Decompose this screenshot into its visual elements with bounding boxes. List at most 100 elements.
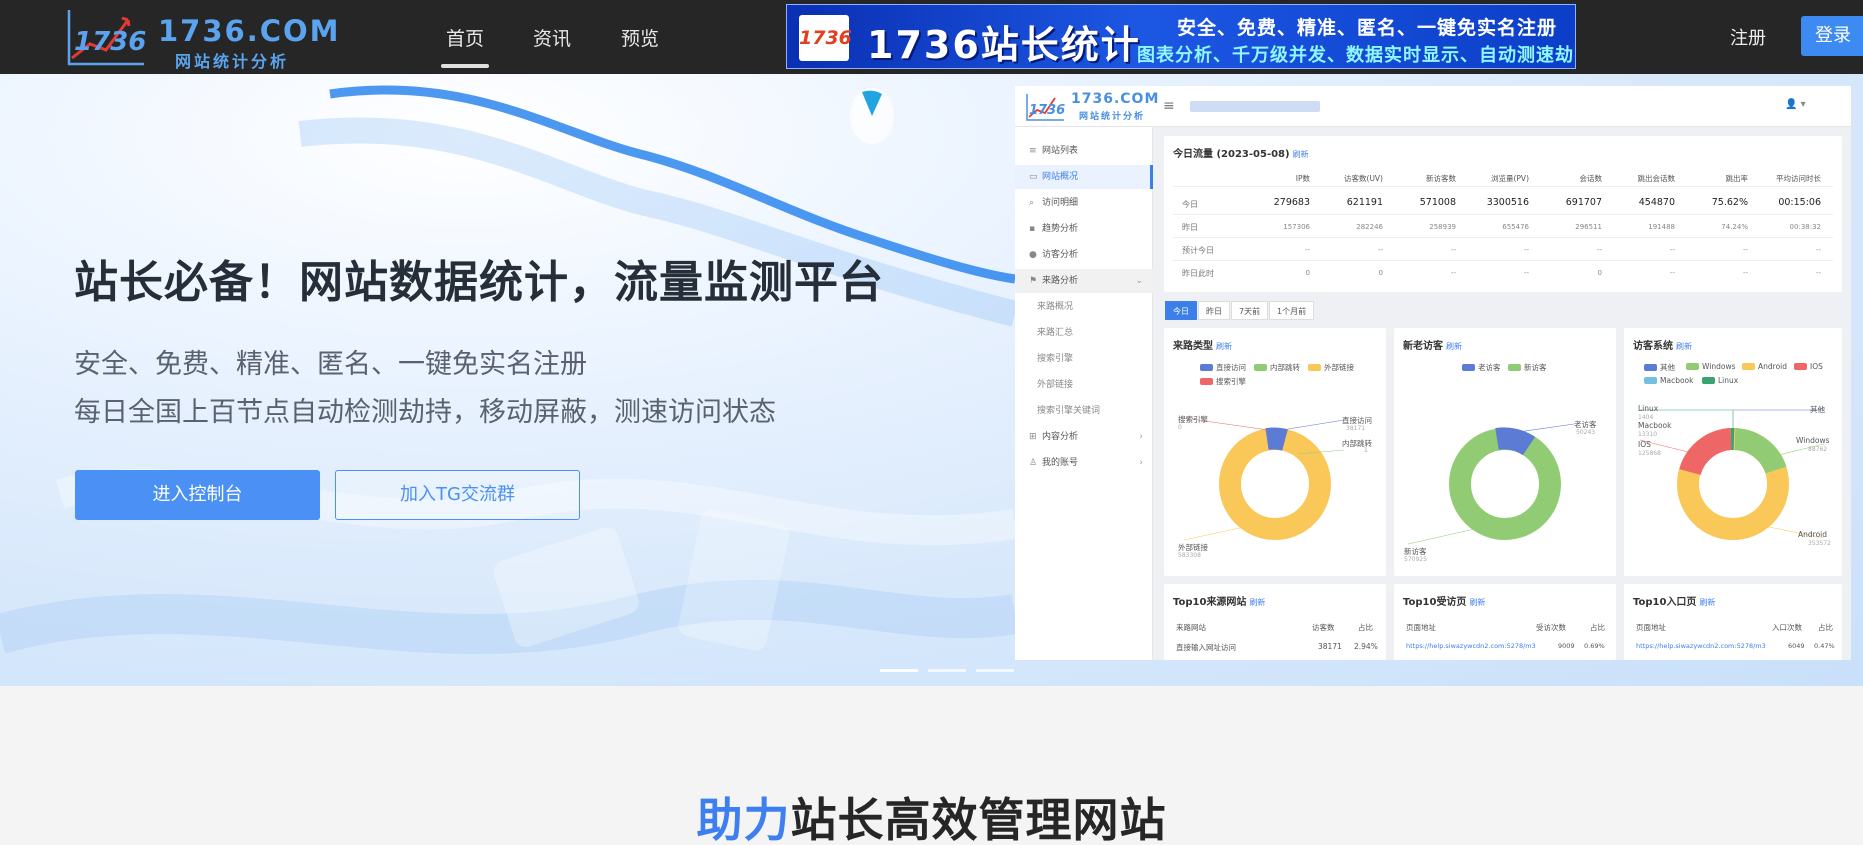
- cell: --: [1304, 246, 1310, 254]
- banner-logo: 1736: [799, 15, 852, 61]
- nav-preview[interactable]: 预览: [621, 24, 659, 51]
- login-button[interactable]: 登录: [1801, 16, 1863, 56]
- card-title: 来路类型 刷新: [1173, 341, 1232, 352]
- banner-title: 1736站长统计: [867, 23, 1141, 67]
- top10-entry-card: Top10入口页 刷新 页面地址 入口次数 占比 https://help.siw…: [1624, 584, 1842, 660]
- chevron-right-icon: ›: [1139, 458, 1143, 468]
- cell: 75.62%: [1711, 197, 1748, 208]
- col-header: 访客数(UV): [1344, 174, 1383, 183]
- tab-today: 今日: [1165, 301, 1197, 320]
- cell: --: [1523, 246, 1529, 254]
- col-header: 来路网站: [1176, 623, 1206, 632]
- cell: 3300516: [1486, 197, 1529, 208]
- cell: 9009: [1558, 642, 1575, 650]
- nav-home[interactable]: 首页: [440, 24, 490, 68]
- dash-submenu-item: 搜索引擎关键词: [1037, 406, 1101, 416]
- col-header: 浏览量(PV): [1490, 174, 1529, 183]
- dash-menu-item: ≡ 网站列表: [1015, 139, 1153, 163]
- divider: [1173, 260, 1833, 261]
- grid-icon: ⊞: [1029, 432, 1037, 442]
- new-old-visitors-card: 新老访客 刷新 老访客 新访客 老访客 50243 新访客 570925: [1394, 328, 1616, 576]
- legend-item: 其他: [1644, 362, 1675, 373]
- cell: --: [1669, 246, 1675, 254]
- col-header: 页面地址: [1406, 623, 1436, 632]
- cell: --: [1669, 269, 1675, 277]
- cell: --: [1377, 246, 1383, 254]
- legend-item: 老访客: [1462, 362, 1501, 373]
- legend-item: Macbook: [1644, 376, 1693, 385]
- pie-value: 125868: [1638, 450, 1661, 457]
- dash-menu-item: ▭ 网站概况: [1015, 165, 1153, 189]
- hero-tagline-2: 每日全国上百节点自动检测劫持，移动屏蔽，测速访问状态: [74, 397, 776, 428]
- source-type-card: 来路类型 刷新 直接访问 内部跳转 外部链接 搜索引擎 直接访问 38171 内部…: [1164, 328, 1386, 576]
- ad-banner[interactable]: 1736 1736站长统计 安全、免费、精准、匿名、一键免实名注册 图表分析、千…: [786, 4, 1576, 69]
- section-title: 助力站长高效管理网站: [0, 784, 1863, 845]
- visitor-os-card: 访客系统 刷新 其他 Windows Android IOS Macbook Li…: [1624, 328, 1842, 576]
- banner-line1: 安全、免费、精准、匿名、一键免实名注册: [1177, 17, 1558, 39]
- pie-value: 583308: [1178, 552, 1201, 559]
- row-label: 昨日此时: [1182, 269, 1214, 278]
- dash-submenu-item: 来路汇总: [1037, 328, 1074, 338]
- legend-item: Android: [1742, 362, 1787, 371]
- pie-label: Macbook: [1638, 421, 1672, 430]
- dash-menu-item: ♙ 我的账号 ›: [1015, 451, 1153, 475]
- cell: 282246: [1356, 223, 1383, 231]
- flag-icon: ⚑: [1029, 276, 1038, 286]
- carousel-dot-1[interactable]: [880, 669, 918, 672]
- brand-subtitle: 网站统计分析: [175, 52, 290, 71]
- register-link[interactable]: 注册: [1730, 24, 1766, 50]
- cell: 2.94%: [1354, 642, 1378, 651]
- site-logo[interactable]: 1736 1736.COM 网站统计分析: [66, 6, 339, 71]
- tab-1month: 1个月前: [1269, 301, 1315, 320]
- monitor-icon: ▭: [1029, 172, 1038, 182]
- dashboard-logo-name: 1736.COM: [1071, 91, 1160, 107]
- row-label: 预计今日: [1182, 246, 1214, 255]
- chevron-right-icon: ›: [1139, 432, 1143, 442]
- svg-text:1736: 1736: [74, 27, 146, 57]
- dash-menu-item: ● 访客分析: [1015, 243, 1153, 267]
- dash-menu-item: ⊞ 内容分析 ›: [1015, 425, 1153, 449]
- pie-value: 570925: [1404, 556, 1427, 563]
- dashboard-sidebar: ≡ 网站列表 ▭ 网站概况 ⌕ 访问明细 ▪ 趋势分析 ● 访客分析 ⚑ 来路分析 ⌄ 来路概…: [1015, 127, 1153, 660]
- legend-item: Linux: [1702, 376, 1738, 385]
- dash-menu-group: ⚑ 来路分析 ⌄: [1015, 269, 1153, 293]
- col-header: 占比: [1818, 623, 1833, 632]
- pie-value: 50243: [1576, 429, 1596, 436]
- hero-tagline-1: 安全、免费、精准、匿名、一键免实名注册: [74, 349, 587, 380]
- cell: --: [1815, 269, 1821, 277]
- cell: 621191: [1346, 197, 1383, 208]
- legend-item: 直接访问: [1200, 362, 1246, 373]
- cell: 0: [1597, 269, 1602, 277]
- person-icon: ♙: [1029, 458, 1038, 468]
- card-title: 访客系统 刷新: [1633, 341, 1692, 352]
- enter-console-button[interactable]: 进入控制台: [75, 470, 320, 520]
- pie-value: 38171: [1346, 425, 1366, 432]
- divider: [1173, 237, 1833, 238]
- pie-value: 353572: [1808, 540, 1831, 547]
- chart-icon: ▪: [1029, 224, 1036, 234]
- banner-line2: 图表分析、千万级并发、数据实时显示、自动测速劫持检测: [1137, 45, 1574, 66]
- section-title-rest: 站长高效管理网站: [790, 793, 1167, 845]
- join-tg-group-button[interactable]: 加入TG交流群: [335, 470, 580, 520]
- card-title: Top10来源网站 刷新: [1173, 597, 1266, 608]
- top10-sources-card: Top10来源网站 刷新 来路网站 访客数 占比 直接输入网址访问 38171 2…: [1164, 584, 1386, 660]
- col-header: 占比: [1590, 623, 1605, 632]
- cell: 00:38:32: [1789, 223, 1821, 231]
- nav-news[interactable]: 资讯: [533, 24, 571, 51]
- cell: 691707: [1565, 197, 1602, 208]
- cell: 74.24%: [1721, 223, 1748, 231]
- cell: 191488: [1648, 223, 1675, 231]
- carousel-dot-2[interactable]: [928, 669, 966, 672]
- cell: 571008: [1419, 197, 1456, 208]
- cell: --: [1742, 246, 1748, 254]
- brand-name: 1736.COM: [158, 14, 341, 48]
- cell: --: [1450, 246, 1456, 254]
- search-icon: ⌕: [1029, 198, 1035, 208]
- cell: 279683: [1273, 197, 1310, 208]
- carousel-dot-3[interactable]: [976, 669, 1014, 672]
- dash-submenu-item: 来路概况: [1037, 302, 1074, 312]
- col-header: 页面地址: [1636, 623, 1666, 632]
- hamburger-icon: ≡: [1163, 98, 1175, 114]
- cell: 258939: [1429, 223, 1456, 231]
- dash-menu-item: ▪ 趋势分析: [1015, 217, 1153, 241]
